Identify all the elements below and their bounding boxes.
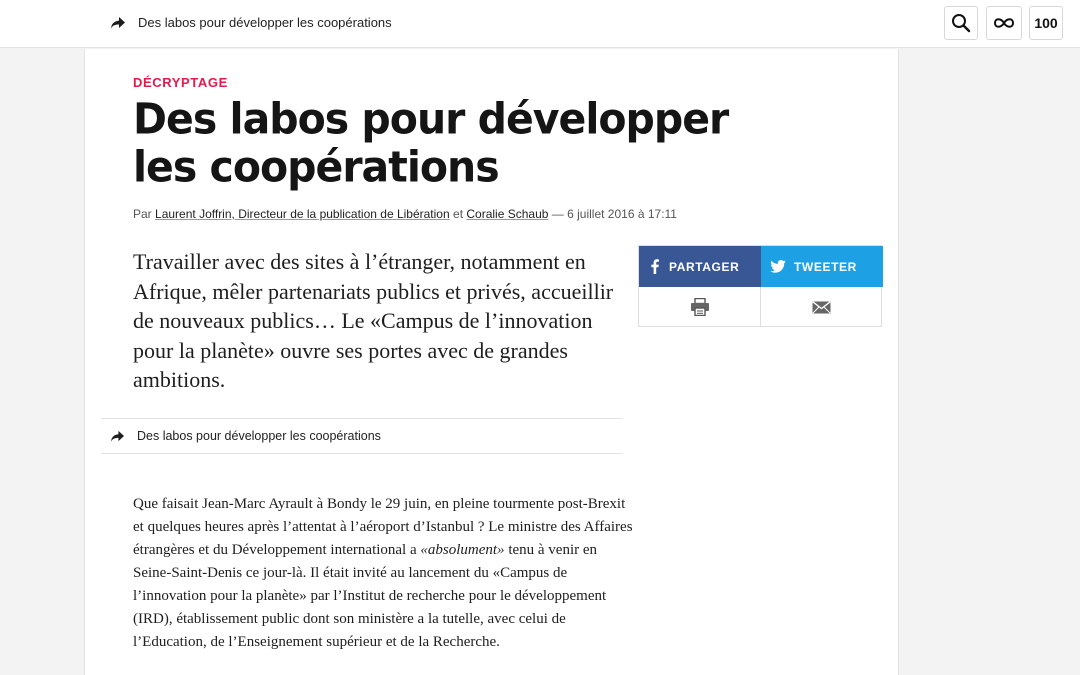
search-icon [952, 14, 971, 33]
facebook-share-button[interactable]: PARTAGER [639, 246, 761, 287]
article-body-paragraph: Que faisait Jean-Marc Ayrault à Bondy le… [133, 493, 633, 654]
top-100-button[interactable]: 100 [1029, 6, 1063, 40]
article-kicker[interactable]: Décryptage [133, 75, 228, 90]
infinity-icon [993, 18, 1015, 28]
share-arrow-icon [111, 430, 124, 442]
facebook-share-label: PARTAGER [669, 259, 740, 274]
article-byline: Par Laurent Joffrin, Directeur de la pub… [133, 207, 677, 221]
print-button[interactable] [639, 287, 761, 327]
twitter-share-label: TWEETER [794, 259, 857, 274]
top-bar-title[interactable]: Des labos pour développer les coopératio… [138, 15, 392, 30]
article-lede: Travailler avec des sites à l’étranger, … [133, 249, 614, 392]
twitter-icon [770, 260, 786, 273]
inline-share-bar[interactable]: Des labos pour développer les coopératio… [101, 418, 623, 454]
infinite-feed-button[interactable] [986, 6, 1022, 40]
body-text-part: tenu à venir en Seine-Saint-Denis ce jou… [133, 542, 607, 650]
article-headline: Des labos pour développer les coopératio… [133, 93, 729, 192]
inline-share-title: Des labos pour développer les coopératio… [137, 429, 381, 443]
search-button[interactable] [944, 6, 978, 40]
byline-prefix: Par [133, 207, 152, 221]
share-arrow-icon[interactable] [110, 16, 126, 30]
byline-author-link[interactable]: Coralie Schaub [466, 207, 548, 221]
twitter-share-button[interactable]: TWEETER [761, 246, 883, 287]
byline-author-link[interactable]: Laurent Joffrin, Directeur de la publica… [155, 207, 450, 221]
top-bar: Des labos pour développer les coopératio… [0, 0, 1080, 48]
share-box: PARTAGER TWEETER [638, 245, 883, 327]
article-container: Décryptage Des labos pour développer les… [84, 49, 899, 675]
printer-icon [690, 298, 709, 316]
email-share-button[interactable] [761, 287, 882, 327]
body-emphasis: «absolument» [420, 542, 505, 558]
facebook-icon [651, 259, 659, 274]
article-date: — 6 juillet 2016 à 17:11 [551, 207, 677, 221]
byline-conjunction: et [453, 207, 464, 221]
envelope-icon [812, 300, 831, 314]
